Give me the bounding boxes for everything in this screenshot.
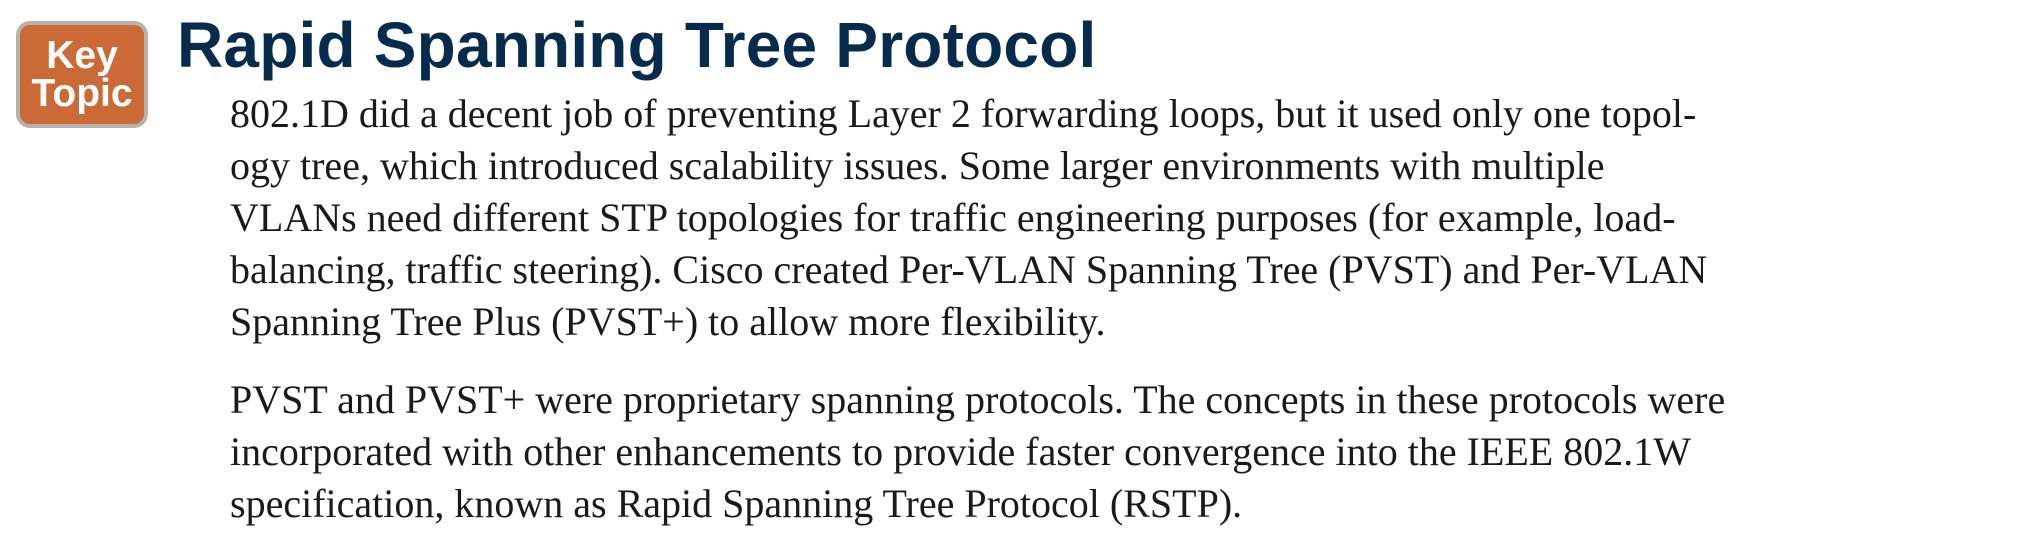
paragraph-line: balancing, traffic steering). Cisco crea…: [230, 247, 1708, 292]
paragraph-2: PVST and PVST+ were proprietary spanning…: [230, 374, 1890, 530]
paragraph-1: 802.1D did a decent job of preventing La…: [230, 88, 1890, 348]
paragraph-line: specification, known as Rapid Spanning T…: [230, 481, 1243, 526]
paragraph-line: incorporated with other enhancements to …: [230, 429, 1691, 474]
section-title: Rapid Spanning Tree Protocol: [177, 9, 1097, 81]
body-text: 802.1D did a decent job of preventing La…: [230, 88, 1890, 530]
paragraph-line: PVST and PVST+ were proprietary spanning…: [230, 377, 1726, 422]
book-page: Key Topic Rapid Spanning Tree Protocol 8…: [0, 0, 2028, 546]
paragraph-line: 802.1D did a decent job of preventing La…: [230, 91, 1697, 136]
paragraph-line: ogy tree, which introduced scalability i…: [230, 143, 1605, 188]
paragraph-line: Spanning Tree Plus (PVST+) to allow more…: [230, 299, 1106, 344]
key-topic-label-topic: Topic: [31, 71, 133, 115]
key-topic-badge: Key Topic: [16, 21, 148, 128]
key-topic-label-key: Key: [46, 33, 118, 77]
paragraph-line: VLANs need different STP topologies for …: [230, 195, 1676, 240]
